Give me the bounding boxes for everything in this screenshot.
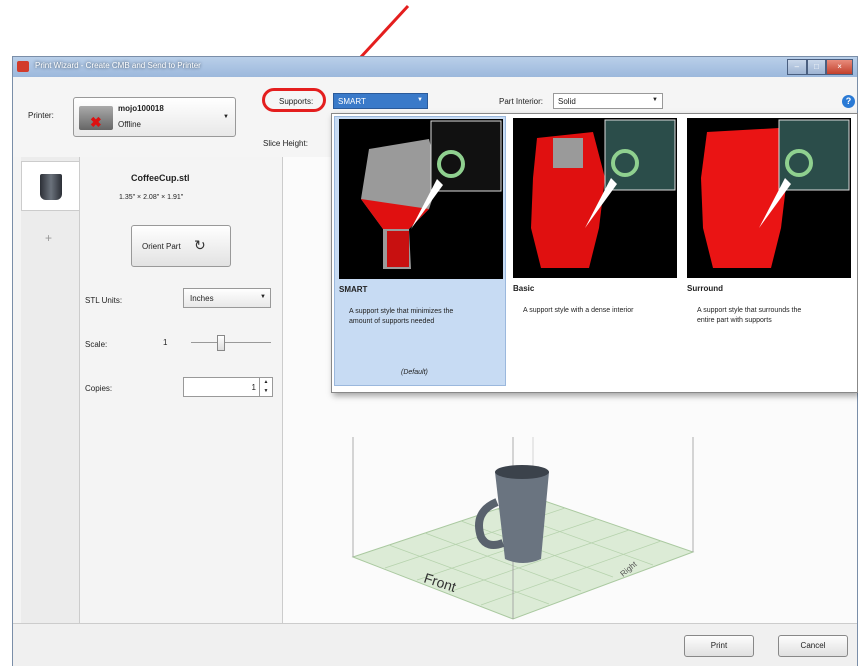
stl-units-label: STL Units: bbox=[85, 296, 123, 305]
part-interior-value: Solid bbox=[558, 97, 576, 106]
tab-coffeecup[interactable] bbox=[21, 161, 79, 211]
chevron-down-icon: ▼ bbox=[417, 97, 423, 103]
annotation-highlight bbox=[262, 88, 326, 112]
slice-height-label: Slice Height: bbox=[263, 139, 308, 148]
stl-units-select[interactable]: Inches ▼ bbox=[183, 288, 271, 308]
support-option-surround[interactable]: Surround A support style that surrounds … bbox=[683, 116, 855, 386]
offline-x-icon: ✖ bbox=[90, 114, 102, 130]
printer-status: Offline bbox=[118, 120, 141, 129]
stl-units-value: Inches bbox=[190, 294, 214, 303]
printer-select[interactable]: ✖ mojo100018 Offline ▼ bbox=[73, 97, 236, 137]
smart-support-preview bbox=[339, 119, 503, 279]
close-button[interactable]: × bbox=[826, 59, 853, 75]
slider-thumb[interactable] bbox=[217, 335, 225, 351]
scale-label: Scale: bbox=[85, 340, 108, 349]
support-option-smart[interactable]: SMART A support style that minimizes the… bbox=[334, 116, 506, 386]
bottom-bar: Print Cancel bbox=[13, 623, 857, 666]
copies-label: Copies: bbox=[85, 384, 113, 393]
scale-value[interactable]: 1 bbox=[163, 338, 167, 347]
orient-part-label: Orient Part bbox=[142, 242, 181, 251]
chevron-down-icon: ▼ bbox=[652, 97, 658, 103]
part-dimensions: 1.35" × 2.08" × 1.91" bbox=[119, 194, 184, 201]
part-interior-label: Part Interior: bbox=[499, 97, 544, 106]
rotate-icon: ↻ bbox=[194, 237, 206, 253]
part-thumbnail bbox=[40, 174, 62, 200]
copies-stepper[interactable]: 1 ▲ ▼ bbox=[183, 377, 273, 397]
supports-value: SMART bbox=[338, 97, 366, 106]
part-name: CoffeeCup.stl bbox=[131, 173, 190, 183]
part-interior-select[interactable]: Solid ▼ bbox=[553, 93, 663, 109]
option-description: A support style that minimizes the amoun… bbox=[349, 308, 454, 325]
default-note: (Default) bbox=[401, 369, 428, 376]
supports-dropdown: SMART A support style that minimizes the… bbox=[331, 113, 858, 393]
printer-label: Printer: bbox=[28, 111, 54, 120]
scale-slider[interactable] bbox=[191, 333, 271, 353]
option-description: A support style that surrounds the entir… bbox=[697, 307, 802, 324]
window-controls: – □ × bbox=[787, 59, 853, 75]
spin-arrows-icon[interactable]: ▲ ▼ bbox=[259, 378, 272, 396]
chevron-down-icon: ▼ bbox=[223, 114, 229, 120]
option-name: Surround bbox=[687, 284, 723, 293]
add-part-tab[interactable]: + bbox=[45, 231, 52, 245]
printer-name: mojo100018 bbox=[118, 104, 164, 113]
part-panel: + CoffeeCup.stl 1.35" × 2.08" × 1.91" Or… bbox=[13, 157, 283, 623]
part-tabs: + bbox=[21, 157, 80, 623]
app-icon bbox=[17, 61, 29, 72]
supports-select[interactable]: SMART ▼ bbox=[333, 93, 428, 109]
option-description: A support style with a dense interior bbox=[523, 307, 634, 314]
support-option-basic[interactable]: Basic A support style with a dense inter… bbox=[509, 116, 681, 386]
cancel-button[interactable]: Cancel bbox=[778, 635, 848, 657]
option-name: Basic bbox=[513, 284, 535, 293]
slider-track bbox=[191, 342, 271, 343]
title-bar: Print Wizard - Create CMB and Send to Pr… bbox=[13, 57, 857, 77]
copies-value: 1 bbox=[251, 383, 256, 392]
chevron-down-icon: ▼ bbox=[260, 294, 266, 300]
help-icon[interactable]: ? bbox=[842, 95, 855, 108]
option-name: SMART bbox=[339, 285, 368, 294]
basic-support-preview bbox=[513, 118, 677, 278]
print-button[interactable]: Print bbox=[684, 635, 754, 657]
orient-part-button[interactable]: Orient Part ↻ bbox=[131, 225, 231, 267]
minimize-button[interactable]: – bbox=[787, 59, 807, 75]
print-wizard-window: Print Wizard - Create CMB and Send to Pr… bbox=[12, 56, 858, 666]
window-title: Print Wizard - Create CMB and Send to Pr… bbox=[35, 61, 201, 70]
surround-support-preview bbox=[687, 118, 851, 278]
maximize-button[interactable]: □ bbox=[806, 59, 827, 75]
